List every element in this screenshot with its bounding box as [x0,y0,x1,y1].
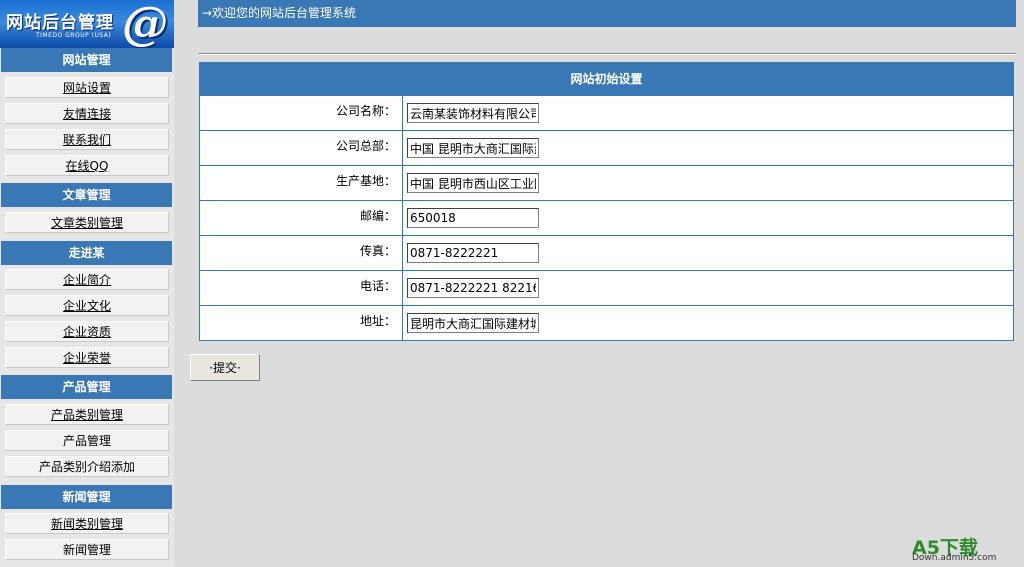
nav-link[interactable]: 企业文化 [63,299,111,313]
nav-friend-links[interactable]: 友情连接 [5,103,169,124]
nav-online-qq[interactable]: 在线QQ [5,155,169,176]
settings-form: 网站初始设置 公司名称： 公司总部： 生产基地： 邮编： 传真： 电话： 地址： [199,62,1014,341]
nav-company-intro[interactable]: 企业简介 [5,269,169,290]
postcode-label: 邮编： [200,201,403,235]
nav-link[interactable]: 网站设置 [63,81,111,95]
company-name-input[interactable] [407,103,539,123]
section-header-news: 新闻管理 [1,485,172,509]
sidebar: 网站后台管理 TIMEDO GROUP (USA) @ 网站管理 网站设置 友情… [0,0,174,567]
fax-input[interactable] [407,243,539,263]
form-row-fax: 传真： [200,235,1013,270]
form-row-headquarters: 公司总部： [200,130,1013,165]
watermark-logo: A5下载 Down.admin5.com [912,533,1022,565]
phone-input[interactable] [407,278,539,298]
nav-site-settings[interactable]: 网站设置 [5,77,169,98]
welcome-bar: →欢迎您的网站后台管理系统 [198,0,1016,27]
nav-company-qualification[interactable]: 企业资质 [5,321,169,342]
logo-at-icon: @ [122,0,168,48]
form-row-production-base: 生产基地： [200,165,1013,200]
postcode-input[interactable] [407,208,539,228]
form-row-phone: 电话： [200,270,1013,305]
address-label: 地址： [200,306,403,340]
nav-link[interactable]: 友情连接 [63,107,111,121]
nav-link[interactable]: 企业资质 [63,325,111,339]
nav-link[interactable]: 产品类别介绍添加 [39,460,135,474]
nav-link[interactable]: 文章类别管理 [51,216,123,230]
nav-product-category-intro[interactable]: 产品类别介绍添加 [5,456,169,477]
nav-news-categories[interactable]: 新闻类别管理 [5,513,169,534]
nav-product-management[interactable]: 产品管理 [5,430,169,451]
form-row-postcode: 邮编： [200,200,1013,235]
logo-subtitle: TIMEDO GROUP (USA) [36,32,112,39]
production-base-label: 生产基地： [200,166,403,200]
nav-link[interactable]: 新闻类别管理 [51,517,123,531]
watermark-sub: Down.admin5.com [912,553,997,563]
nav-link[interactable]: 产品管理 [63,434,111,448]
form-row-company-name: 公司名称： [200,95,1013,130]
nav-contact-us[interactable]: 联系我们 [5,129,169,150]
nav-product-categories[interactable]: 产品类别管理 [5,404,169,425]
section-header-site: 网站管理 [1,48,172,72]
section-header-products: 产品管理 [1,375,172,399]
site-logo: 网站后台管理 TIMEDO GROUP (USA) @ [0,0,174,48]
nav-link[interactable]: 联系我们 [63,133,111,147]
nav-link[interactable]: 新闻管理 [63,543,111,557]
section-header-articles: 文章管理 [1,183,172,207]
nav-article-categories[interactable]: 文章类别管理 [5,212,169,233]
divider [198,53,1016,55]
address-input[interactable] [407,313,539,333]
company-name-label: 公司名称： [200,96,403,130]
form-title: 网站初始设置 [200,63,1013,95]
nav-news-management[interactable]: 新闻管理 [5,539,169,560]
nav-link[interactable]: 企业荣誉 [63,351,111,365]
production-base-input[interactable] [407,173,539,193]
phone-label: 电话： [200,271,403,305]
nav-company-honors[interactable]: 企业荣誉 [5,347,169,368]
fax-label: 传真： [200,236,403,270]
nav-link[interactable]: 产品类别管理 [51,408,123,422]
section-header-about: 走进某 [1,241,172,265]
nav-company-culture[interactable]: 企业文化 [5,295,169,316]
headquarters-label: 公司总部： [200,131,403,165]
nav-link[interactable]: 企业简介 [63,273,111,287]
logo-title: 网站后台管理 [6,13,114,33]
headquarters-input[interactable] [407,138,539,158]
form-row-address: 地址： [200,305,1013,340]
nav-link[interactable]: 在线QQ [66,159,109,173]
submit-button[interactable]: ·提交· [190,354,260,381]
